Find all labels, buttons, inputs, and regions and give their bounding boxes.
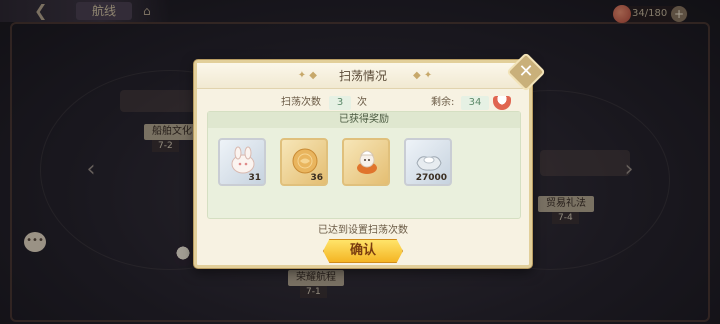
reward-item[interactable]: [342, 138, 390, 186]
remaining-value: 34: [461, 96, 489, 110]
sweep-result-dialog: ✦ ◆ 扫荡情况 ◆ ✦ 扫荡次数 3 次 剩余: 34 已获得奖励 31 36…: [194, 60, 532, 268]
sweep-count-label: 扫荡次数: [281, 97, 321, 108]
mooncake-icon: [292, 148, 318, 174]
item-count: 36: [310, 173, 323, 183]
item-count: 31: [248, 173, 261, 183]
sweep-status-text: 已达到设置扫荡次数: [318, 225, 408, 236]
chef-character-icon: [357, 150, 377, 174]
close-icon[interactable]: ✕: [512, 58, 540, 86]
sweep-count-value: 3: [329, 96, 351, 110]
rewards-panel: 已获得奖励 31 36 27000: [207, 111, 521, 219]
bowl-icon: [493, 96, 511, 110]
reward-item[interactable]: 31: [218, 138, 266, 186]
confirm-button[interactable]: 确认: [323, 239, 403, 263]
dialog-header: ✦ ◆ 扫荡情况 ◆ ✦: [197, 63, 529, 89]
title-ornament-icon: ◆ ✦: [413, 70, 433, 81]
remaining-label: 剩余:: [431, 97, 455, 108]
rabbit-dumpling-icon: [231, 146, 255, 174]
title-ornament-icon: ✦ ◆: [297, 70, 317, 81]
sweep-count-unit: 次: [357, 97, 367, 108]
rewards-title: 已获得奖励: [208, 112, 520, 128]
silver-ingot-icon: [416, 156, 442, 171]
reward-item[interactable]: 27000: [404, 138, 452, 186]
item-count: 27000: [415, 173, 447, 183]
reward-item[interactable]: 36: [280, 138, 328, 186]
dialog-title: 扫荡情况: [338, 69, 387, 83]
